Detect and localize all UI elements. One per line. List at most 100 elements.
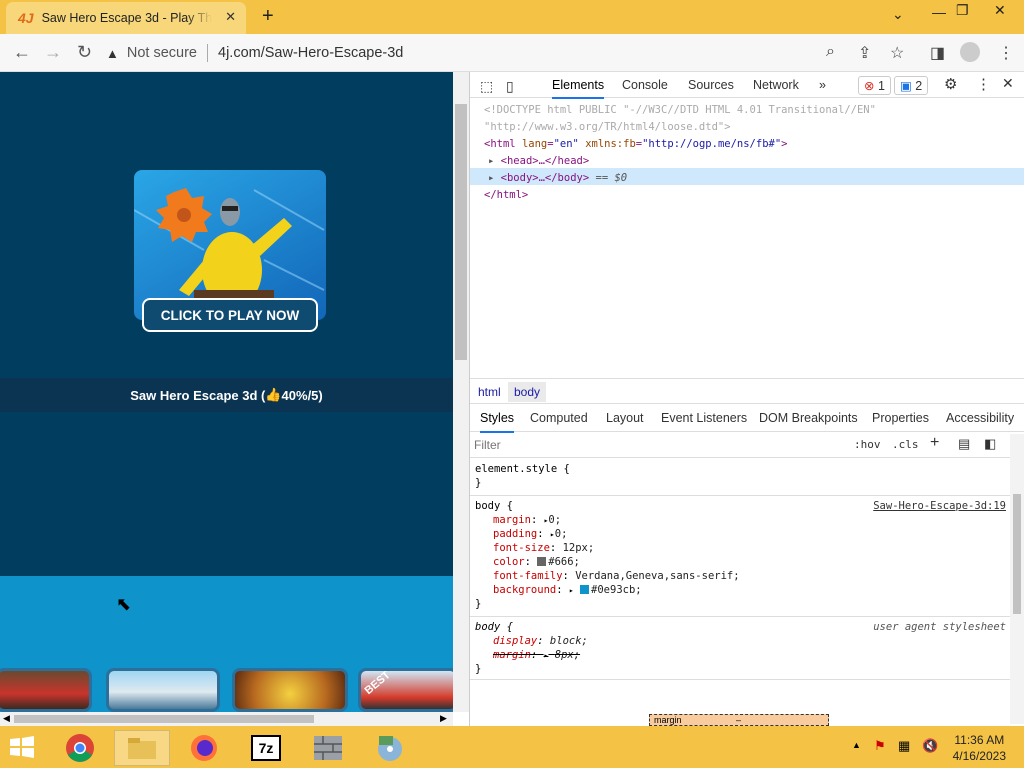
omnibox[interactable]: ▲ Not secure 4j.com/Saw-Hero-Escape-3d [106,38,906,68]
click-to-play-button[interactable]: CLICK TO PLAY NOW [142,298,318,332]
new-tab-icon[interactable]: + [262,5,274,28]
tab-properties[interactable]: Properties [872,411,929,425]
site-logo-icon: 4J [18,10,34,26]
doctype-line-2[interactable]: "http://www.w3.org/TR/html4/loose.dtd"> [484,119,876,136]
network-icon[interactable]: ▦ [898,738,910,754]
tab-close-icon[interactable]: ✕ [225,9,236,25]
firefox-icon[interactable] [176,730,232,766]
game-thumb-airplane[interactable] [106,668,220,712]
color-swatch[interactable] [537,557,547,566]
start-windows-icon[interactable] [8,735,36,759]
box-model-margin[interactable]: margin – [649,714,829,726]
css-prop-overridden[interactable]: margin: ▸ 8px; [470,648,1010,662]
inspect-icon[interactable]: ⬚ [480,78,493,95]
wall-app-icon[interactable] [300,730,356,766]
window-close-icon[interactable]: ✕ [994,2,1006,19]
rule-selector[interactable]: body {Saw-Hero-Escape-3d:19 [470,499,1010,513]
css-prop[interactable]: font-size: 12px; [470,541,1010,555]
page-vertical-scrollbar[interactable] [453,72,469,712]
menu-icon[interactable]: ⋮ [998,43,1014,63]
tab-dom-breakpoints[interactable]: DOM Breakpoints [759,411,858,425]
errors-badge[interactable]: ⊗ 1 [858,76,891,95]
volume-muted-icon[interactable]: 🔇 [922,738,938,754]
breadcrumb-body[interactable]: body [508,382,547,402]
html-close-node[interactable]: </html> [484,187,876,204]
tray-expand-icon[interactable]: ▲ [852,740,861,750]
sidepanel-icon[interactable]: ◨ [930,43,945,63]
game-thumb-best[interactable]: BEST [358,668,453,712]
hov-toggle[interactable]: :hov [854,438,881,451]
messages-badge[interactable]: ▣ 2 [894,76,929,95]
settings-gear-icon[interactable]: ⚙ [944,75,957,93]
tab-event-listeners[interactable]: Event Listeners [661,411,747,425]
tab-layout[interactable]: Layout [606,411,644,425]
scroll-thumb[interactable] [455,104,467,360]
tab-computed[interactable]: Computed [530,411,588,425]
css-prop[interactable]: background: ▸ #0e93cb; [470,583,1010,597]
expand-icon[interactable]: ▸ [569,586,574,595]
expand-triangle-icon[interactable]: ▸ [488,155,494,167]
attr-value: "en" [553,138,579,150]
expand-triangle-icon[interactable]: ▸ [488,172,494,184]
color-swatch[interactable] [580,585,590,594]
share-icon[interactable]: ⇪ [858,43,871,63]
tab-styles[interactable]: Styles [480,411,515,433]
body-node[interactable]: ▸ <body>…</body> == $0 [484,170,876,187]
reload-icon[interactable]: ↻ [77,42,92,63]
tab-console[interactable]: Console [622,78,668,92]
scroll-left-icon[interactable]: ◀ [3,713,10,724]
css-prop[interactable]: display: block; [470,634,1010,648]
doctype-line[interactable]: <!DOCTYPE html PUBLIC "-//W3C//DTD HTML … [484,102,876,119]
tab-network[interactable]: Network [753,78,799,92]
not-secure-label[interactable]: Not secure [127,45,197,61]
warning-icon[interactable]: ▲ [106,46,119,61]
tab-accessibility[interactable]: Accessibility [946,411,1014,425]
styles-scrollbar[interactable] [1010,434,1024,724]
divider [207,44,208,62]
game-thumb-anime[interactable] [232,668,348,712]
7zip-icon[interactable]: 7z [238,730,294,766]
breadcrumb-html[interactable]: html [478,385,501,399]
tab-elements[interactable]: Elements [552,78,605,99]
scroll-right-icon[interactable]: ▶ [440,713,447,724]
browser-tab[interactable]: 4J Saw Hero Escape 3d - Play The Free Ga… [6,2,246,34]
devtools-close-icon[interactable]: ✕ [1002,75,1014,92]
device-toolbar-icon[interactable]: ▯ [506,78,514,95]
css-prop[interactable]: padding: ▸0; [470,527,1010,541]
css-prop[interactable]: margin: ▸0; [470,513,1010,527]
minimize-icon[interactable]: — [932,4,946,20]
file-explorer-icon[interactable] [114,730,170,766]
tab-sources[interactable]: Sources [688,78,734,92]
toggle-sidebar-icon[interactable]: ◧ [984,436,996,452]
devtools-panel: ⬚ ▯ Elements Console Sources Network » ⊗… [469,72,1024,726]
html-node[interactable]: <html lang="en" xmlns:fb="http://ogp.me/… [484,136,876,153]
rule-selector[interactable]: body {user agent stylesheet [470,620,1010,634]
scroll-thumb[interactable] [14,715,314,723]
chrome-icon[interactable] [52,730,108,766]
system-clock[interactable]: 11:36 AM 4/16/2023 [953,732,1006,764]
devtools-menu-icon[interactable]: ⋮ [976,75,991,93]
add-rule-icon[interactable]: + [930,434,939,452]
restore-icon[interactable]: ❐ [956,2,969,19]
back-icon[interactable]: ← [13,42,31,63]
profile-icon[interactable] [960,42,980,62]
more-tabs-icon[interactable]: » [819,78,826,92]
rule-source-link[interactable]: Saw-Hero-Escape-3d:19 [873,499,1006,513]
tab-search-chevron-icon[interactable]: ⌄ [892,6,904,23]
game-thumb-fighters[interactable] [0,668,92,712]
forward-icon[interactable]: → [44,42,62,63]
element-style-selector[interactable]: element.style { [470,462,1010,476]
star-icon[interactable]: ☆ [890,43,904,63]
paint-icon[interactable]: ▤ [958,436,970,452]
cls-toggle[interactable]: .cls [892,438,919,451]
head-node[interactable]: ▸ <head>…</head> [484,153,876,170]
scroll-thumb[interactable] [1013,494,1021,614]
flag-icon[interactable]: ⚑ [874,738,886,754]
css-prop[interactable]: font-family: Verdana,Geneva,sans-serif; [470,569,1010,583]
url-text[interactable]: 4j.com/Saw-Hero-Escape-3d [218,45,403,61]
filter-input[interactable] [474,435,834,455]
media-player-icon[interactable] [362,730,418,766]
zoom-icon[interactable]: ⌕ [826,43,835,61]
css-prop[interactable]: color: #666; [470,555,1010,569]
page-horizontal-scrollbar[interactable]: ◀ ▶ [0,712,453,726]
